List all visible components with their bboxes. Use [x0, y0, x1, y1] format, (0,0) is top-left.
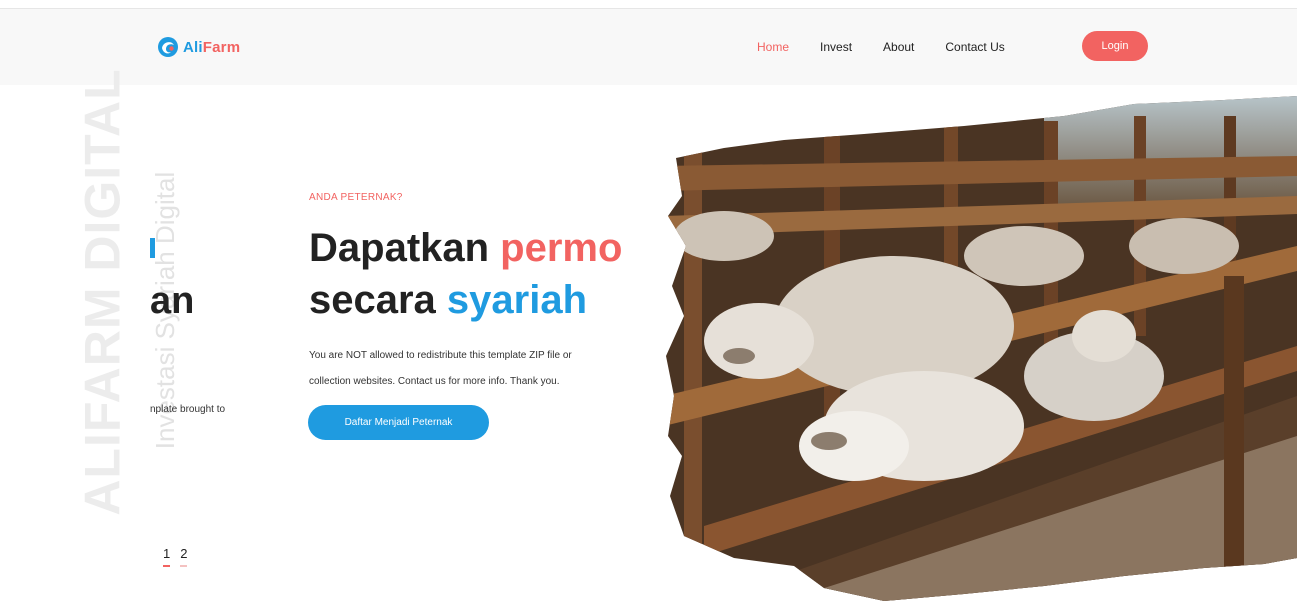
hero-sheep-image — [666, 96, 1297, 601]
nav-home[interactable]: Home — [757, 40, 789, 54]
prev-slide-title-fragment: an — [150, 280, 195, 322]
nav-invest[interactable]: Invest — [820, 40, 852, 54]
hero-desc-line-1: You are NOT allowed to redistribute this… — [309, 350, 572, 361]
hero-desc-line-2: collection websites. Contact us for more… — [309, 376, 560, 387]
register-farmer-button[interactable]: Daftar Menjadi Peternak — [308, 405, 489, 440]
brand-logo[interactable]: AliFarm — [157, 36, 240, 58]
main-nav: Home Invest About Contact Us — [757, 40, 1036, 54]
prev-slide-accent — [150, 238, 155, 258]
hero-eyebrow: ANDA PETERNAK? — [309, 192, 403, 203]
browser-top-edge — [0, 0, 1297, 9]
nav-contact[interactable]: Contact Us — [945, 40, 1004, 54]
watermark-primary: ALIFARM DIGITAL — [75, 68, 132, 516]
hero-title-line-1: Dapatkan permo — [309, 226, 623, 270]
prev-slide-text-fragment: nplate brought to — [150, 404, 226, 415]
nav-about[interactable]: About — [883, 40, 914, 54]
navbar: AliFarm Home Invest About Contact Us Log… — [0, 9, 1297, 85]
slide-1-indicator[interactable]: 1 — [163, 546, 171, 567]
login-button[interactable]: Login — [1082, 31, 1148, 61]
slide-2-indicator[interactable]: 2 — [180, 546, 188, 567]
hero-title-highlight-red: permo — [500, 226, 623, 270]
logo-swirl-icon — [158, 37, 178, 57]
hero-title-highlight-blue: syariah — [446, 278, 588, 322]
hero-description: You are NOT allowed to redistribute this… — [309, 343, 639, 395]
hero-title-line-2: secara syariah — [309, 278, 588, 322]
slider-pagination: 1 2 — [163, 546, 188, 567]
brand-name: AliFarm — [183, 38, 241, 56]
hero-title: Dapatkan permo secara syariah — [309, 222, 649, 326]
